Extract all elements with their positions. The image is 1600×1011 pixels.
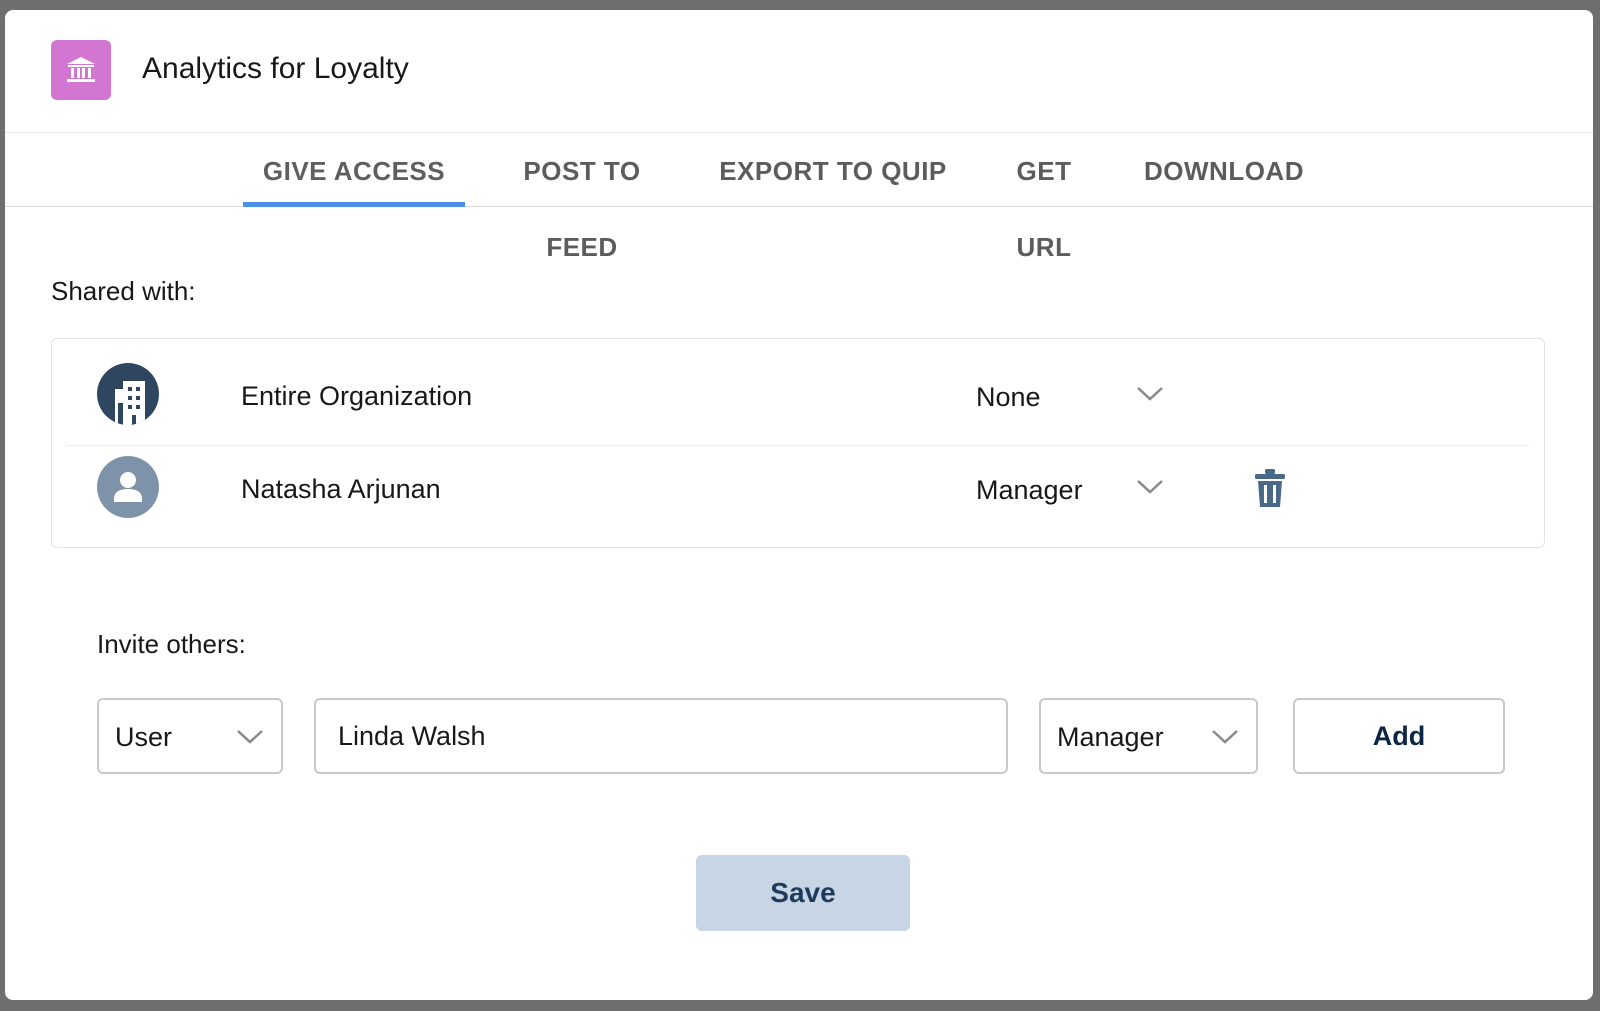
trash-icon[interactable]: [1253, 468, 1287, 508]
tab-give-access[interactable]: GIVE ACCESS: [243, 133, 465, 207]
invite-others-label: Invite others:: [97, 629, 246, 659]
bank-icon: [51, 40, 111, 100]
save-button[interactable]: Save: [696, 855, 910, 931]
invite-type-select[interactable]: User: [97, 698, 283, 774]
chevron-down-icon: [1212, 730, 1238, 744]
shared-row: Natasha Arjunan Manager: [67, 446, 1529, 538]
invite-name-input[interactable]: [314, 698, 1008, 774]
chevron-down-icon: [237, 730, 263, 744]
tab-export-to-quip[interactable]: EXPORT TO QUIP: [718, 133, 948, 206]
add-button[interactable]: Add: [1293, 698, 1505, 774]
tab-get-url[interactable]: GET URL: [986, 133, 1102, 262]
shared-name: Natasha Arjunan: [241, 474, 441, 504]
share-dialog: Analytics for Loyalty GIVE ACCESS POST T…: [5, 10, 1593, 1000]
chevron-down-icon[interactable]: [1135, 383, 1165, 405]
dialog-header: Analytics for Loyalty: [5, 10, 1593, 133]
shared-role-select[interactable]: Manager: [976, 475, 1083, 506]
shared-role-select[interactable]: None: [976, 382, 1041, 413]
shared-list: Entire Organization None Natasha Arjunan…: [51, 338, 1545, 548]
tab-download[interactable]: DOWNLOAD: [1142, 133, 1306, 206]
tab-bar: GIVE ACCESS POST TO FEED EXPORT TO QUIP …: [5, 133, 1593, 262]
user-icon: [97, 456, 159, 518]
shared-row: Entire Organization None: [67, 353, 1529, 446]
invite-role-value: Manager: [1057, 722, 1164, 752]
tab-post-to-feed[interactable]: POST TO FEED: [485, 133, 679, 262]
building-icon: [97, 363, 159, 425]
invite-role-select[interactable]: Manager: [1039, 698, 1258, 774]
invite-type-value: User: [115, 722, 173, 752]
shared-with-label: Shared with:: [51, 276, 196, 306]
chevron-down-icon[interactable]: [1135, 476, 1165, 498]
shared-name: Entire Organization: [241, 381, 473, 411]
dialog-title: Analytics for Loyalty: [142, 52, 409, 85]
